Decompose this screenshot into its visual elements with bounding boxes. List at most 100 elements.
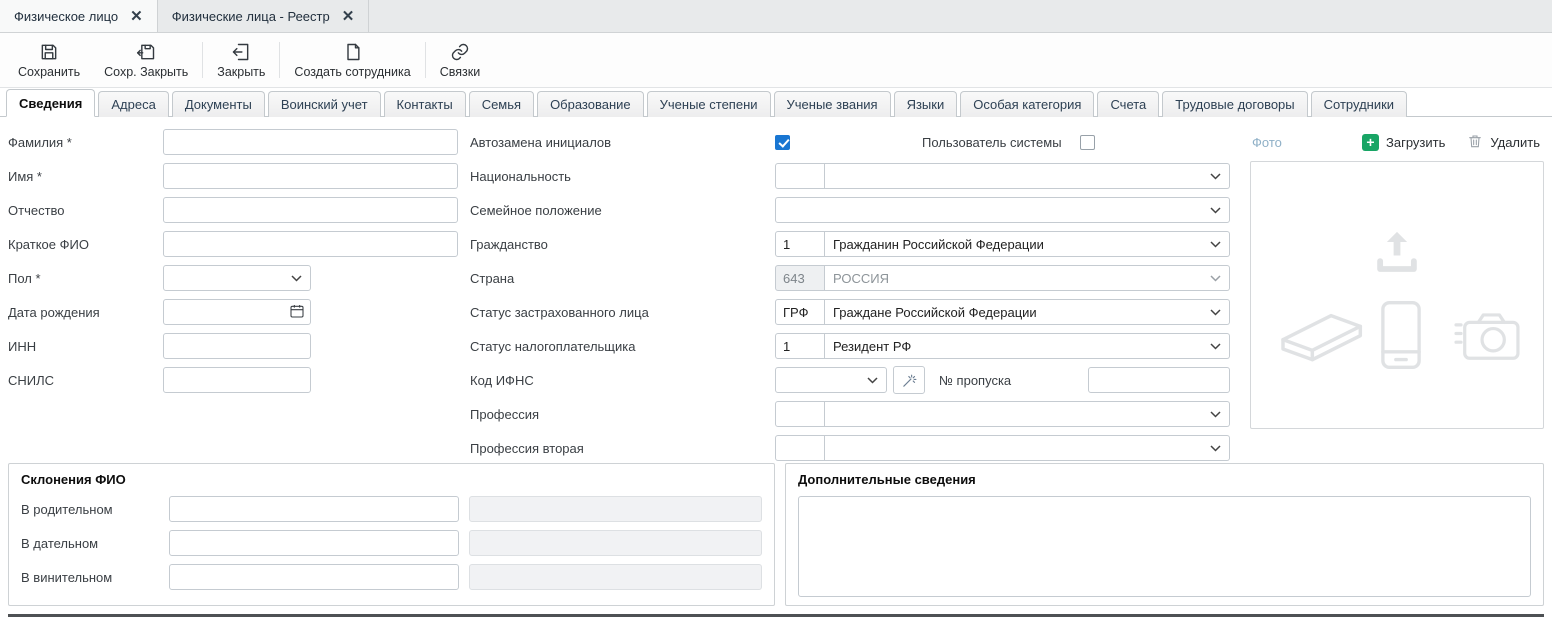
short-fio-input[interactable] (163, 231, 458, 257)
close-tab-icon[interactable]: ✕ (130, 9, 143, 24)
ifns-select[interactable] (775, 367, 887, 393)
window-tab-bar: Физическое лицо ✕ Физические лица - Реес… (0, 0, 1552, 33)
surname-input[interactable] (163, 129, 458, 155)
chevron-down-icon (1210, 343, 1221, 350)
close-label: Закрыть (217, 65, 265, 79)
snils-input[interactable] (163, 367, 311, 393)
accusative-input[interactable] (169, 564, 459, 590)
save-label: Сохранить (18, 65, 80, 79)
citizenship-select[interactable]: Гражданин Российской Федерации (825, 231, 1230, 257)
links-label: Связки (440, 65, 480, 79)
links-button[interactable]: Связки (428, 38, 492, 83)
patronymic-label: Отчество (8, 203, 163, 218)
upload-photo-button[interactable]: + Загрузить (1362, 133, 1445, 152)
auto-initials-checkbox[interactable] (775, 135, 790, 150)
window-tab-person-label: Физическое лицо (14, 9, 118, 24)
auto-initials-label: Автозамена инициалов (470, 135, 775, 150)
photo-dropzone[interactable] (1250, 161, 1544, 429)
tab-semya[interactable]: Семья (469, 91, 534, 117)
tab-scheta[interactable]: Счета (1097, 91, 1159, 117)
tab-uchenye-stepeni[interactable]: Ученые степени (647, 91, 771, 117)
marital-select[interactable] (775, 197, 1230, 223)
calendar-icon[interactable] (289, 303, 305, 324)
upload-tray-icon (1370, 224, 1424, 283)
insured-status-field: Граждане Российской Федерации (775, 299, 1230, 325)
citizenship-code-input[interactable] (775, 231, 825, 257)
nationality-select[interactable] (825, 163, 1230, 189)
short-fio-label: Краткое ФИО (8, 237, 163, 252)
tab-sotrudniki[interactable]: Сотрудники (1311, 91, 1407, 117)
nationality-code-input[interactable] (775, 163, 825, 189)
gender-label: Пол * (8, 271, 163, 286)
save-icon (39, 42, 59, 63)
photo-title: Фото (1252, 135, 1282, 150)
form-tab-bar: Сведения Адреса Документы Воинский учет … (0, 88, 1552, 117)
genitive-auto-input (469, 496, 762, 522)
ifns-code-label: Код ИФНС (470, 373, 775, 388)
country-code-input (775, 265, 825, 291)
insured-status-select[interactable]: Граждане Российской Федерации (825, 299, 1230, 325)
system-user-label: Пользователь системы (922, 135, 1062, 150)
chevron-down-icon (1210, 411, 1221, 418)
dative-input[interactable] (169, 530, 459, 556)
birth-date-label: Дата рождения (8, 305, 163, 320)
profession-select[interactable] (825, 401, 1230, 427)
tab-voinskiy-uchet[interactable]: Воинский учет (268, 91, 381, 117)
name-input[interactable] (163, 163, 458, 189)
tab-trudovye-dogovory[interactable]: Трудовые договоры (1162, 91, 1307, 117)
smartphone-icon (1379, 300, 1423, 375)
tab-dokumenty[interactable]: Документы (172, 91, 265, 117)
magic-wand-button[interactable] (893, 366, 925, 394)
insured-status-code-input[interactable] (775, 299, 825, 325)
chevron-down-icon (1210, 241, 1221, 248)
taxpayer-status-select[interactable]: Резидент РФ (825, 333, 1230, 359)
taxpayer-status-label: Статус налогоплательщика (470, 339, 775, 354)
name-label: Имя * (8, 169, 163, 184)
create-employee-button[interactable]: Создать сотрудника (282, 38, 422, 83)
country-value: РОССИЯ (833, 271, 889, 286)
gender-select[interactable] (163, 265, 311, 291)
additional-info-textarea[interactable] (798, 496, 1531, 597)
close-tab-icon[interactable]: ✕ (342, 9, 355, 24)
inn-input[interactable] (163, 333, 311, 359)
window-tab-registry[interactable]: Физические лица - Реестр ✕ (158, 0, 370, 32)
surname-label: Фамилия * (8, 135, 163, 150)
accusative-label: В винительном (21, 570, 169, 585)
dative-label: В дательном (21, 536, 169, 551)
close-button[interactable]: Закрыть (205, 38, 277, 83)
profession-label: Профессия (470, 407, 775, 422)
genitive-input[interactable] (169, 496, 459, 522)
snils-label: СНИЛС (8, 373, 163, 388)
tab-osobaya-kategoriya[interactable]: Особая категория (960, 91, 1094, 117)
document-new-icon (343, 42, 363, 63)
toolbar-separator (202, 42, 203, 78)
nationality-label: Национальность (470, 169, 775, 184)
marital-field (775, 197, 1230, 223)
country-select: РОССИЯ (825, 265, 1230, 291)
tab-svedeniya[interactable]: Сведения (6, 89, 95, 117)
chevron-down-icon (1210, 445, 1221, 452)
create-employee-label: Создать сотрудника (294, 65, 410, 79)
profession2-select[interactable] (825, 435, 1230, 461)
profession-code-input[interactable] (775, 401, 825, 427)
save-button[interactable]: Сохранить (6, 38, 92, 83)
tab-adresa[interactable]: Адреса (98, 91, 168, 117)
tab-yazyki[interactable]: Языки (894, 91, 958, 117)
taxpayer-status-code-input[interactable] (775, 333, 825, 359)
save-close-button[interactable]: Сохр. Закрыть (92, 38, 200, 83)
system-user-checkbox[interactable] (1080, 135, 1095, 150)
tab-kontakty[interactable]: Контакты (384, 91, 466, 117)
tab-uchenye-zvaniya[interactable]: Ученые звания (774, 91, 891, 117)
window-tab-person[interactable]: Физическое лицо ✕ (0, 0, 158, 32)
profession2-code-input[interactable] (775, 435, 825, 461)
tab-obrazovanie[interactable]: Образование (537, 91, 644, 117)
photo-section: Фото + Загрузить Удалить (1250, 129, 1544, 463)
toolbar-separator (279, 42, 280, 78)
profession-field (775, 401, 1230, 427)
pass-number-input[interactable] (1088, 367, 1230, 393)
citizenship-field: Гражданин Российской Федерации (775, 231, 1230, 257)
patronymic-input[interactable] (163, 197, 458, 223)
delete-photo-button[interactable]: Удалить (1467, 133, 1540, 152)
toolbar: Сохранить Сохр. Закрыть Закрыть Создать … (0, 33, 1552, 88)
dative-auto-input (469, 530, 762, 556)
